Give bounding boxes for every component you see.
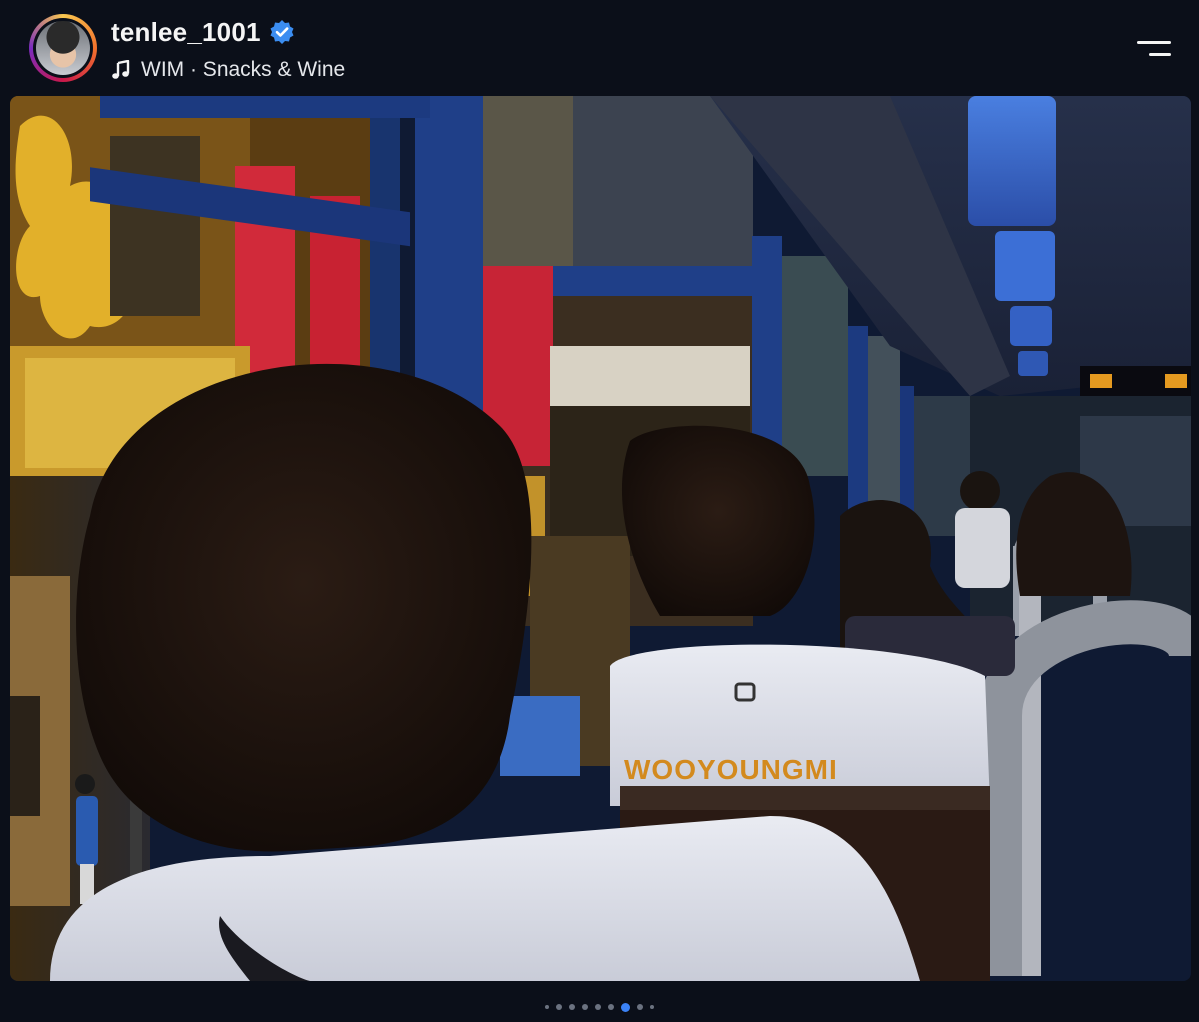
audio-track[interactable]: WIM · Snacks & Wine xyxy=(111,56,345,84)
music-note-icon xyxy=(111,59,131,80)
carousel-dot[interactable] xyxy=(545,1005,549,1009)
svg-text:WOOYOUNGMI: WOOYOUNGMI xyxy=(624,754,838,785)
post-header: tenlee_1001 WIM · Snacks & Wine xyxy=(0,0,1199,96)
avatar-inner xyxy=(33,18,93,78)
username-row: tenlee_1001 xyxy=(111,16,295,48)
avatar-image xyxy=(36,21,90,75)
carousel-dot[interactable] xyxy=(582,1004,588,1010)
carousel-dot[interactable] xyxy=(569,1004,575,1010)
menu-icon[interactable] xyxy=(1135,38,1171,60)
carousel-dot[interactable] xyxy=(556,1004,562,1010)
carousel-dot[interactable] xyxy=(650,1005,654,1009)
carousel-dot[interactable] xyxy=(608,1004,614,1010)
carousel-dot-active[interactable] xyxy=(621,1002,630,1012)
photo-illustration: WOOYOUNGMI xyxy=(10,96,1191,981)
profile-avatar[interactable] xyxy=(29,14,97,82)
verified-badge-icon xyxy=(269,19,295,45)
post-viewer: tenlee_1001 WIM · Snacks & Wine WOOYOUNG… xyxy=(0,0,1199,1022)
carousel-dot[interactable] xyxy=(595,1004,601,1010)
menu-line-bottom xyxy=(1149,53,1171,56)
audio-track-label: WIM · Snacks & Wine xyxy=(141,58,346,81)
username[interactable]: tenlee_1001 xyxy=(111,17,261,48)
post-photo[interactable]: WOOYOUNGMI xyxy=(10,96,1191,981)
menu-line-top xyxy=(1137,41,1171,44)
carousel-dot[interactable] xyxy=(637,1004,643,1010)
carousel-indicator[interactable] xyxy=(0,1000,1199,1014)
